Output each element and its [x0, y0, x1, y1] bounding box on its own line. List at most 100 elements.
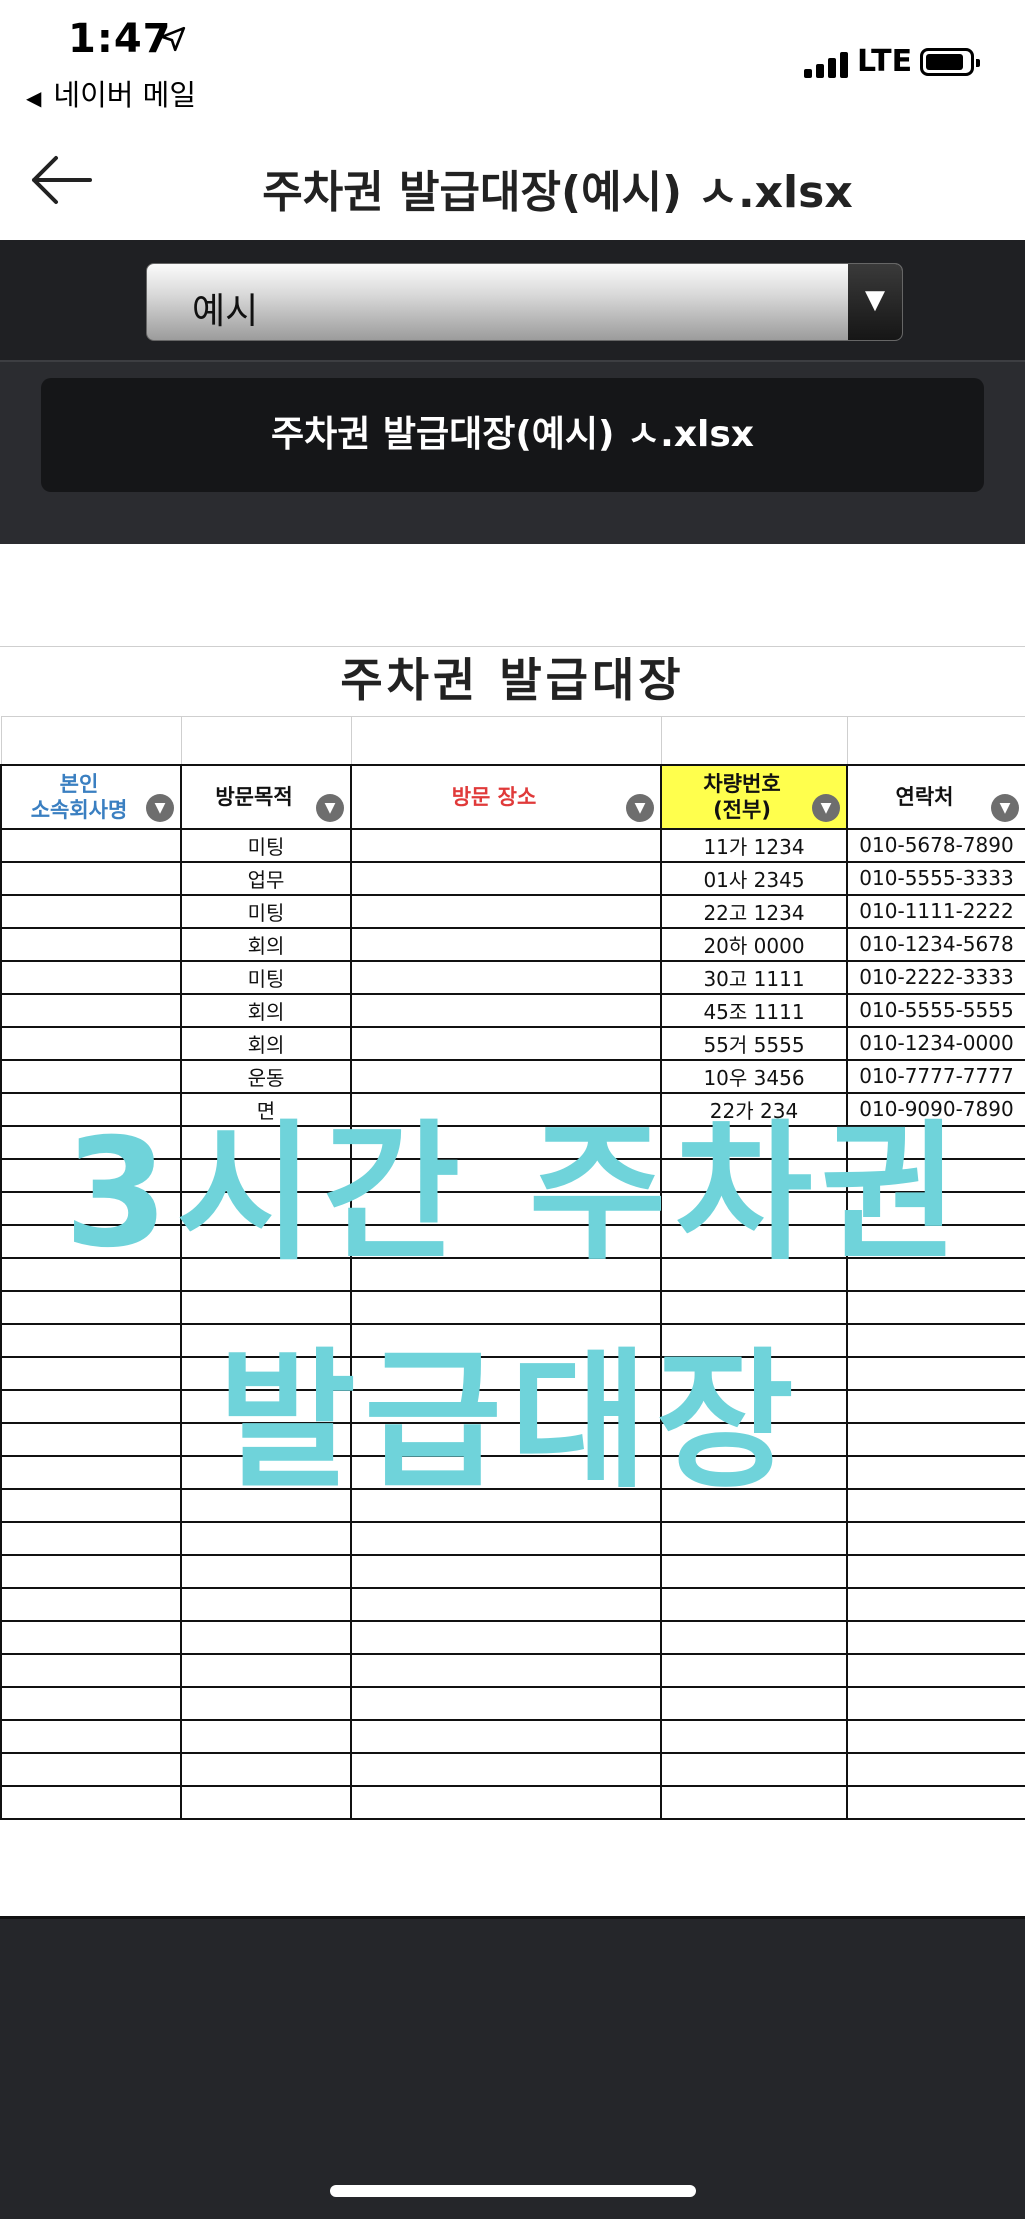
table-cell[interactable] — [350, 1323, 662, 1358]
column-header-0[interactable]: 본인 소속회사명 ▼ — [0, 763, 182, 830]
table-cell[interactable] — [0, 861, 182, 896]
table-cell[interactable]: 22가 234 — [660, 1092, 848, 1127]
table-cell[interactable] — [180, 1488, 352, 1523]
table-cell[interactable] — [350, 1389, 662, 1424]
table-cell[interactable] — [180, 1422, 352, 1457]
table-cell[interactable] — [0, 1587, 182, 1622]
table-cell[interactable] — [350, 1422, 662, 1457]
table-cell[interactable] — [0, 1290, 182, 1325]
table-cell[interactable] — [180, 1455, 352, 1490]
table-cell[interactable] — [350, 1587, 662, 1622]
table-cell[interactable] — [660, 1587, 848, 1622]
table-cell[interactable] — [846, 1752, 1025, 1787]
table-cell[interactable]: 22고 1234 — [660, 894, 848, 929]
table-cell[interactable] — [350, 861, 662, 896]
table-cell[interactable] — [846, 1158, 1025, 1193]
sheet-select[interactable]: 예시 ▼ — [146, 263, 903, 341]
table-cell[interactable] — [846, 1785, 1025, 1820]
table-cell[interactable]: 01사 2345 — [660, 861, 848, 896]
table-cell[interactable] — [180, 1620, 352, 1655]
table-cell[interactable] — [180, 1686, 352, 1721]
table-cell[interactable] — [0, 1059, 182, 1094]
table-cell[interactable] — [350, 993, 662, 1028]
table-cell[interactable] — [0, 1455, 182, 1490]
table-cell[interactable] — [660, 1191, 848, 1226]
table-cell[interactable] — [0, 1422, 182, 1457]
table-cell[interactable] — [350, 1752, 662, 1787]
table-cell[interactable]: 30고 1111 — [660, 960, 848, 995]
table-cell[interactable] — [660, 1125, 848, 1160]
table-cell[interactable]: 010-5555-5555 — [846, 993, 1025, 1028]
table-cell[interactable] — [350, 1257, 662, 1292]
column-header-4[interactable]: 연락처 ▼ — [846, 763, 1025, 830]
table-cell[interactable] — [180, 1389, 352, 1424]
table-cell[interactable] — [350, 927, 662, 962]
table-cell[interactable] — [350, 1026, 662, 1061]
table-cell[interactable]: 운동 — [180, 1059, 352, 1094]
table-cell[interactable] — [846, 1554, 1025, 1589]
table-cell[interactable] — [846, 1224, 1025, 1259]
table-cell[interactable] — [350, 1059, 662, 1094]
table-cell[interactable]: 11가 1234 — [660, 828, 848, 863]
table-cell[interactable] — [846, 1323, 1025, 1358]
column-header-2[interactable]: 방문 장소 ▼ — [350, 763, 662, 830]
cell[interactable] — [0, 716, 182, 765]
table-cell[interactable] — [180, 1521, 352, 1556]
table-cell[interactable] — [846, 1455, 1025, 1490]
table-cell[interactable] — [350, 1554, 662, 1589]
table-cell[interactable] — [350, 1719, 662, 1754]
table-cell[interactable] — [350, 1521, 662, 1556]
table-cell[interactable] — [846, 1587, 1025, 1622]
table-cell[interactable] — [350, 1686, 662, 1721]
cell[interactable] — [350, 716, 662, 765]
table-cell[interactable] — [846, 1290, 1025, 1325]
table-cell[interactable] — [0, 828, 182, 863]
table-cell[interactable] — [0, 1158, 182, 1193]
table-cell[interactable] — [0, 1026, 182, 1061]
table-cell[interactable] — [0, 1191, 182, 1226]
table-cell[interactable]: 55거 5555 — [660, 1026, 848, 1061]
table-cell[interactable] — [350, 960, 662, 995]
table-cell[interactable] — [180, 1587, 352, 1622]
table-cell[interactable]: 010-7777-7777 — [846, 1059, 1025, 1094]
table-cell[interactable] — [180, 1653, 352, 1688]
table-cell[interactable] — [660, 1653, 848, 1688]
table-cell[interactable] — [350, 1488, 662, 1523]
table-cell[interactable] — [180, 1257, 352, 1292]
table-cell[interactable] — [660, 1554, 848, 1589]
back-to-app-link[interactable]: ◀ 네이버 메일 — [26, 72, 196, 114]
table-cell[interactable] — [660, 1422, 848, 1457]
table-cell[interactable]: 45조 1111 — [660, 993, 848, 1028]
table-cell[interactable] — [0, 1686, 182, 1721]
table-cell[interactable] — [350, 1125, 662, 1160]
table-cell[interactable] — [846, 1389, 1025, 1424]
table-cell[interactable]: 미팅 — [180, 894, 352, 929]
table-cell[interactable] — [846, 1620, 1025, 1655]
table-cell[interactable] — [0, 894, 182, 929]
cell[interactable] — [846, 716, 1025, 765]
table-cell[interactable] — [0, 993, 182, 1028]
column-header-1[interactable]: 방문목적 ▼ — [180, 763, 352, 830]
table-cell[interactable] — [846, 1125, 1025, 1160]
table-cell[interactable]: 회의 — [180, 993, 352, 1028]
table-cell[interactable]: 회의 — [180, 927, 352, 962]
table-cell[interactable] — [350, 1224, 662, 1259]
table-cell[interactable] — [180, 1323, 352, 1358]
table-cell[interactable] — [0, 1125, 182, 1160]
table-cell[interactable]: 미팅 — [180, 960, 352, 995]
table-cell[interactable] — [660, 1620, 848, 1655]
table-cell[interactable] — [0, 1323, 182, 1358]
home-indicator[interactable] — [330, 2185, 696, 2197]
table-cell[interactable]: 010-1234-5678 — [846, 927, 1025, 962]
table-cell[interactable] — [660, 1455, 848, 1490]
table-cell[interactable] — [0, 1092, 182, 1127]
back-arrow-icon[interactable] — [30, 155, 92, 205]
table-cell[interactable] — [0, 1620, 182, 1655]
table-cell[interactable]: 010-1234-0000 — [846, 1026, 1025, 1061]
filter-dropdown-icon[interactable]: ▼ — [146, 793, 174, 822]
table-cell[interactable] — [0, 1356, 182, 1391]
table-cell[interactable] — [846, 1422, 1025, 1457]
table-cell[interactable] — [0, 1488, 182, 1523]
table-cell[interactable] — [350, 1191, 662, 1226]
table-cell[interactable] — [660, 1521, 848, 1556]
